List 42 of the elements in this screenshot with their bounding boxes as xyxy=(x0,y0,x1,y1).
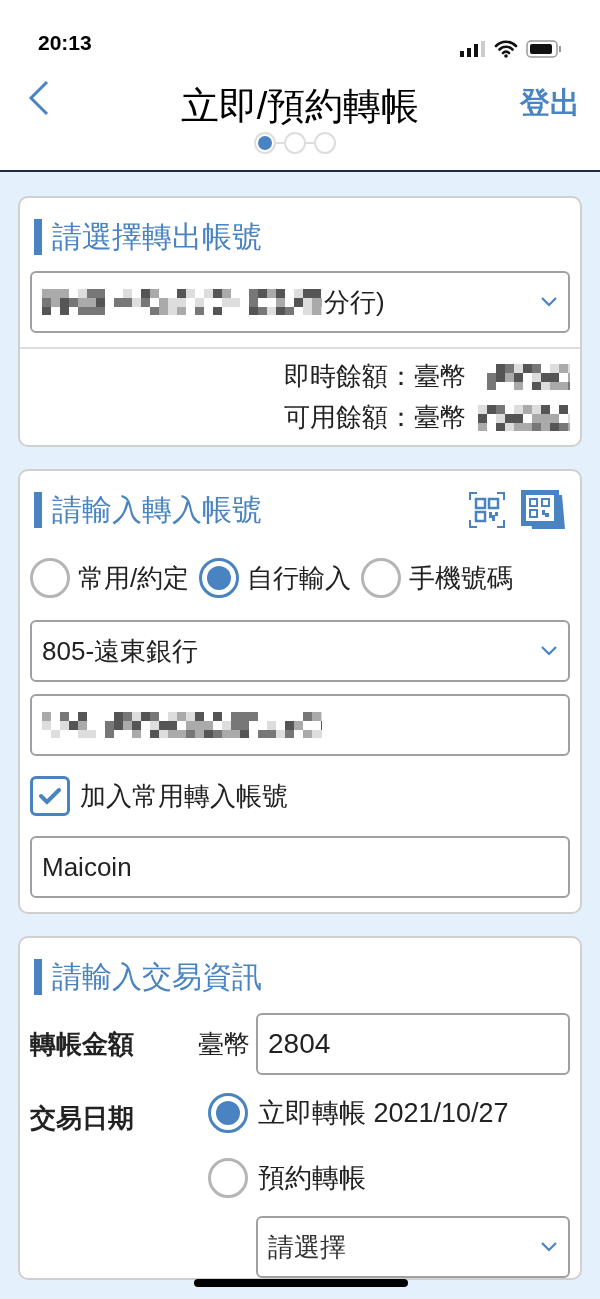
section-marker xyxy=(34,958,42,995)
battery-icon xyxy=(526,40,562,58)
qr-image-icon[interactable] xyxy=(520,488,566,531)
amount-field[interactable]: 2804 xyxy=(256,1013,570,1075)
balance-label: 即時餘額：臺幣 xyxy=(284,360,466,393)
field-label: 交易日期 xyxy=(30,1102,135,1135)
date-dropdown[interactable]: 請選擇 xyxy=(256,1216,570,1278)
checkbox[interactable] xyxy=(30,776,70,816)
signal-icon xyxy=(460,41,486,57)
qr-scan-icon[interactable] xyxy=(468,490,506,529)
page-title: 立即/預約轉帳 xyxy=(180,84,420,129)
section-title: 請輸入轉入帳號 xyxy=(52,492,262,528)
bank-dropdown[interactable]: 805-遠東銀行 xyxy=(30,620,570,682)
option-label: 手機號碼 xyxy=(409,561,514,595)
option-label: 預約轉帳 xyxy=(258,1161,366,1195)
status-time: 20:13 xyxy=(38,29,92,56)
radio-button[interactable] xyxy=(30,558,70,598)
wifi-icon xyxy=(494,40,518,58)
option-label: 立即轉帳 2021/10/27 xyxy=(258,1097,509,1130)
checkbox-label: 加入常用轉入帳號 xyxy=(80,779,288,813)
radio-button[interactable] xyxy=(361,558,402,598)
account-number-field[interactable] xyxy=(30,694,570,756)
radio-button[interactable] xyxy=(208,1157,248,1198)
back-icon xyxy=(28,80,50,116)
balance-label: 可用餘額：臺幣 xyxy=(284,401,466,434)
chevron-down-icon xyxy=(540,1241,558,1253)
section-marker xyxy=(34,491,42,528)
nickname-field[interactable]: Maicoin xyxy=(30,836,570,898)
chevron-down-icon xyxy=(540,645,558,657)
radio-button[interactable] xyxy=(208,1093,248,1134)
field-label: 轉帳金額 xyxy=(30,1027,135,1061)
radio-button[interactable] xyxy=(199,558,240,598)
section-title: 請選擇轉出帳號 xyxy=(52,219,262,255)
chevron-down-icon xyxy=(540,296,558,308)
account-dropdown[interactable]: 分行) xyxy=(30,271,570,333)
section-marker xyxy=(34,218,42,255)
logout-button[interactable]: 登出 xyxy=(520,80,580,125)
check-icon xyxy=(38,787,62,805)
option-label: 常用/約定 xyxy=(78,561,190,595)
option-label: 自行輸入 xyxy=(247,561,352,595)
currency-label: 臺幣 xyxy=(198,1027,250,1061)
section-title: 請輸入交易資訊 xyxy=(52,959,262,995)
